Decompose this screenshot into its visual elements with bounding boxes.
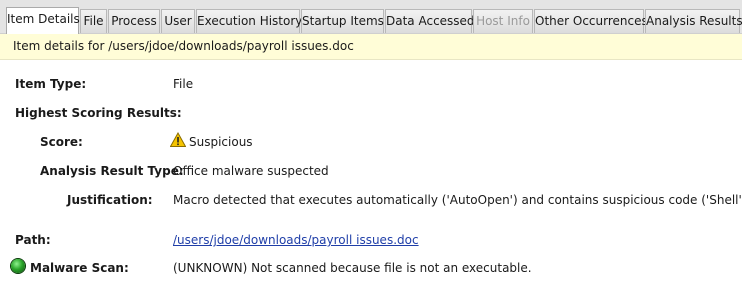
score-label: Score: xyxy=(40,135,83,149)
status-green-icon xyxy=(11,259,25,273)
item-details-banner: Item details for /users/jdoe/downloads/p… xyxy=(0,33,742,60)
banner-text: Item details for /users/jdoe/downloads/p… xyxy=(13,39,354,53)
tab-execution-history[interactable]: Execution History xyxy=(196,9,302,33)
analysis-result-type-value: Office malware suspected xyxy=(173,164,329,178)
item-type-label: Item Type: xyxy=(15,77,87,91)
tab-startup-items[interactable]: Startup Items xyxy=(301,9,384,33)
malware-scan-value: (UNKNOWN) Not scanned because file is no… xyxy=(173,261,532,275)
tab-item-details[interactable]: Item Details xyxy=(6,7,80,34)
analysis-result-type-label: Analysis Result Type: xyxy=(40,164,184,178)
highest-scoring-results-heading: Highest Scoring Results: xyxy=(15,106,182,120)
warning-icon xyxy=(169,131,187,148)
malware-scan-label: Malware Scan: xyxy=(30,261,129,275)
tab-user[interactable]: User xyxy=(161,9,195,33)
justification-label: Justification: xyxy=(67,193,153,207)
tab-bar: Item Details File Process User Execution… xyxy=(0,0,742,34)
tab-process[interactable]: Process xyxy=(108,9,160,33)
tab-analysis-results[interactable]: Analysis Results xyxy=(645,9,742,33)
tab-data-accessed[interactable]: Data Accessed xyxy=(385,9,475,33)
justification-value: Macro detected that executes automatical… xyxy=(173,193,742,207)
score-value: Suspicious xyxy=(189,135,253,149)
item-type-value: File xyxy=(173,77,194,91)
path-label: Path: xyxy=(15,233,51,247)
tab-file[interactable]: File xyxy=(80,9,107,33)
tab-host-info: Host Info xyxy=(473,9,533,33)
tab-other-occurrences[interactable]: Other Occurrences xyxy=(534,9,648,33)
path-link[interactable]: /users/jdoe/downloads/payroll issues.doc xyxy=(173,231,419,249)
